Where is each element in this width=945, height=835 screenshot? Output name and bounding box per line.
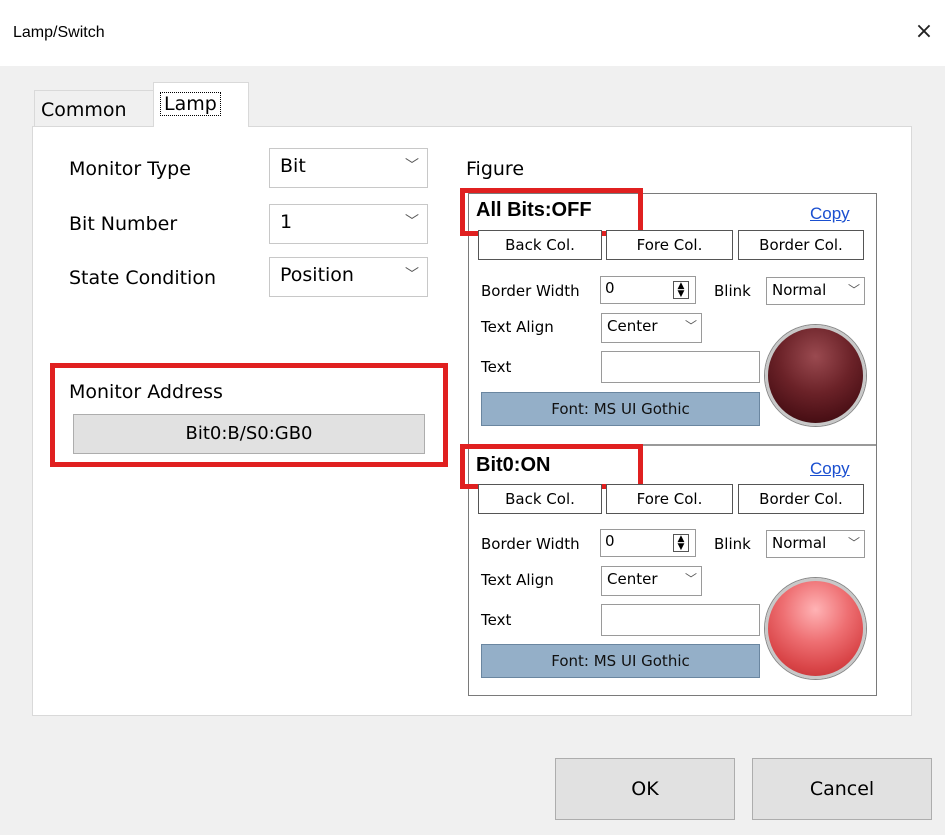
fore-col-button-on[interactable]: Fore Col. (606, 484, 733, 514)
border-width-input-off[interactable]: 0 ▲ ▼ (600, 276, 696, 304)
monitor-type-value: Bit (280, 155, 306, 177)
border-width-input-on[interactable]: 0 ▲ ▼ (600, 529, 696, 557)
state-condition-label: State Condition (69, 267, 216, 289)
text-input-on[interactable] (601, 604, 760, 636)
text-align-value-on: Center (607, 570, 658, 588)
blink-value-off: Normal (772, 281, 827, 299)
chevron-down-icon: ﹀ (405, 267, 419, 283)
text-label-on: Text (481, 611, 512, 629)
blink-select-on[interactable]: Normal ﹀ (766, 530, 865, 558)
copy-link-on[interactable]: Copy (810, 459, 850, 479)
blink-label-off: Blink (714, 282, 751, 300)
tab-lamp-label: Lamp (160, 92, 221, 116)
copy-link-off[interactable]: Copy (810, 204, 850, 224)
chevron-down-icon: ﹀ (684, 319, 697, 333)
ok-button[interactable]: OK (555, 758, 735, 820)
state-on-title: Bit0:ON (476, 454, 551, 476)
tab-common-label: Common (41, 99, 127, 121)
close-icon[interactable]: × (908, 16, 940, 48)
blink-label-on: Blink (714, 535, 751, 553)
back-col-button-on[interactable]: Back Col. (478, 484, 602, 514)
back-col-button-off[interactable]: Back Col. (478, 230, 602, 260)
monitor-type-select[interactable]: Bit ﹀ (269, 148, 428, 188)
blink-select-off[interactable]: Normal ﹀ (766, 277, 865, 305)
text-align-value-off: Center (607, 317, 658, 335)
lamp-preview-on (765, 578, 866, 679)
monitor-address-button[interactable]: Bit0:B/S0:GB0 (73, 414, 425, 454)
spinner-updown-icon[interactable]: ▲ ▼ (673, 534, 689, 552)
window-title: Lamp/Switch (13, 24, 105, 41)
bit-number-value: 1 (280, 211, 293, 233)
border-width-value-off: 0 (605, 279, 615, 297)
text-input-off[interactable] (601, 351, 760, 383)
fore-col-button-off[interactable]: Fore Col. (606, 230, 733, 260)
text-align-select-off[interactable]: Center ﹀ (601, 313, 702, 343)
monitor-type-label: Monitor Type (69, 158, 191, 180)
font-button-on[interactable]: Font: MS UI Gothic (481, 644, 760, 678)
chevron-down-icon: ﹀ (405, 158, 419, 174)
border-width-value-on: 0 (605, 532, 615, 550)
text-label-off: Text (481, 358, 512, 376)
bit-number-label: Bit Number (69, 213, 178, 235)
border-width-label-off: Border Width (481, 282, 580, 300)
border-col-button-on[interactable]: Border Col. (738, 484, 864, 514)
text-align-select-on[interactable]: Center ﹀ (601, 566, 702, 596)
border-col-button-off[interactable]: Border Col. (738, 230, 864, 260)
chevron-down-icon: ﹀ (684, 572, 697, 586)
bit-number-select[interactable]: 1 ﹀ (269, 204, 428, 244)
text-align-label-off: Text Align (481, 318, 554, 336)
chevron-down-icon: ﹀ (847, 283, 860, 297)
monitor-address-label: Monitor Address (69, 381, 223, 403)
cancel-button[interactable]: Cancel (752, 758, 932, 820)
state-condition-value: Position (280, 264, 354, 286)
font-button-off[interactable]: Font: MS UI Gothic (481, 392, 760, 426)
state-off-title: All Bits:OFF (476, 199, 592, 221)
spinner-updown-icon[interactable]: ▲ ▼ (673, 281, 689, 299)
text-align-label-on: Text Align (481, 571, 554, 589)
state-condition-select[interactable]: Position ﹀ (269, 257, 428, 297)
blink-value-on: Normal (772, 534, 827, 552)
border-width-label-on: Border Width (481, 535, 580, 553)
chevron-down-icon: ﹀ (847, 536, 860, 550)
tab-lamp[interactable]: Lamp (153, 82, 249, 127)
chevron-down-icon: ﹀ (405, 214, 419, 230)
figure-label: Figure (466, 158, 525, 180)
title-bar (0, 0, 945, 66)
tab-common[interactable]: Common (34, 90, 154, 126)
lamp-preview-off (765, 325, 866, 426)
